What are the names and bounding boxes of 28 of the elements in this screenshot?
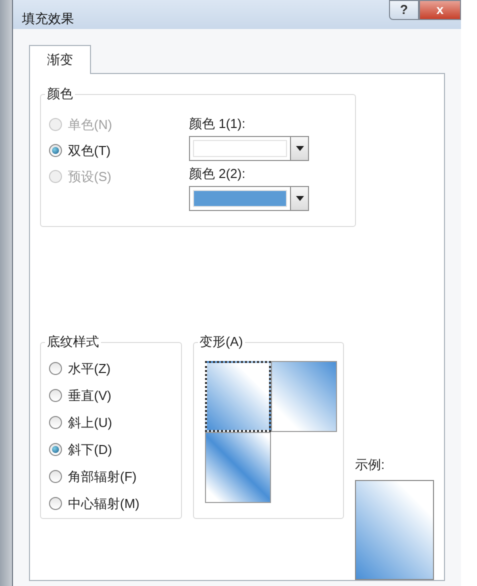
color-dropdown[interactable]	[189, 186, 309, 210]
radio-label: 斜上(U)	[68, 414, 112, 432]
radio-label: 双色(T)	[68, 142, 111, 160]
radio-label: 单色(N)	[68, 116, 112, 134]
window-title: 填充效果	[22, 10, 74, 28]
radio-label: 中心辐射(M)	[68, 494, 140, 513]
radio-button[interactable]	[49, 470, 62, 483]
radio-button[interactable]	[49, 389, 62, 402]
tab[interactable]: 渐变	[29, 44, 91, 74]
group-title: 颜色	[45, 84, 75, 102]
gradient-variant[interactable]	[204, 360, 271, 432]
radio-label: 水平(Z)	[68, 360, 111, 378]
color-dropdown[interactable]	[189, 136, 309, 160]
radio-button[interactable]	[49, 362, 62, 375]
help-button[interactable]: ?	[389, 0, 419, 20]
group-title: 变形(A)	[198, 332, 245, 350]
picker-label: 颜色 1(1):	[189, 114, 246, 132]
group-title: 底纹样式	[45, 332, 101, 350]
radio-button[interactable]	[49, 416, 62, 429]
radio-button[interactable]	[49, 497, 62, 510]
sample-label: 示例:	[355, 456, 386, 474]
radio-label: 预设(S)	[68, 168, 112, 186]
radio-label: 斜下(D)	[68, 440, 112, 459]
radio-label: 垂直(V)	[68, 386, 112, 405]
picker-label: 颜色 2(2):	[189, 164, 246, 182]
radio-button[interactable]	[49, 443, 62, 456]
radio-button[interactable]	[49, 144, 62, 157]
radio-label: 角部辐射(F)	[68, 468, 137, 486]
